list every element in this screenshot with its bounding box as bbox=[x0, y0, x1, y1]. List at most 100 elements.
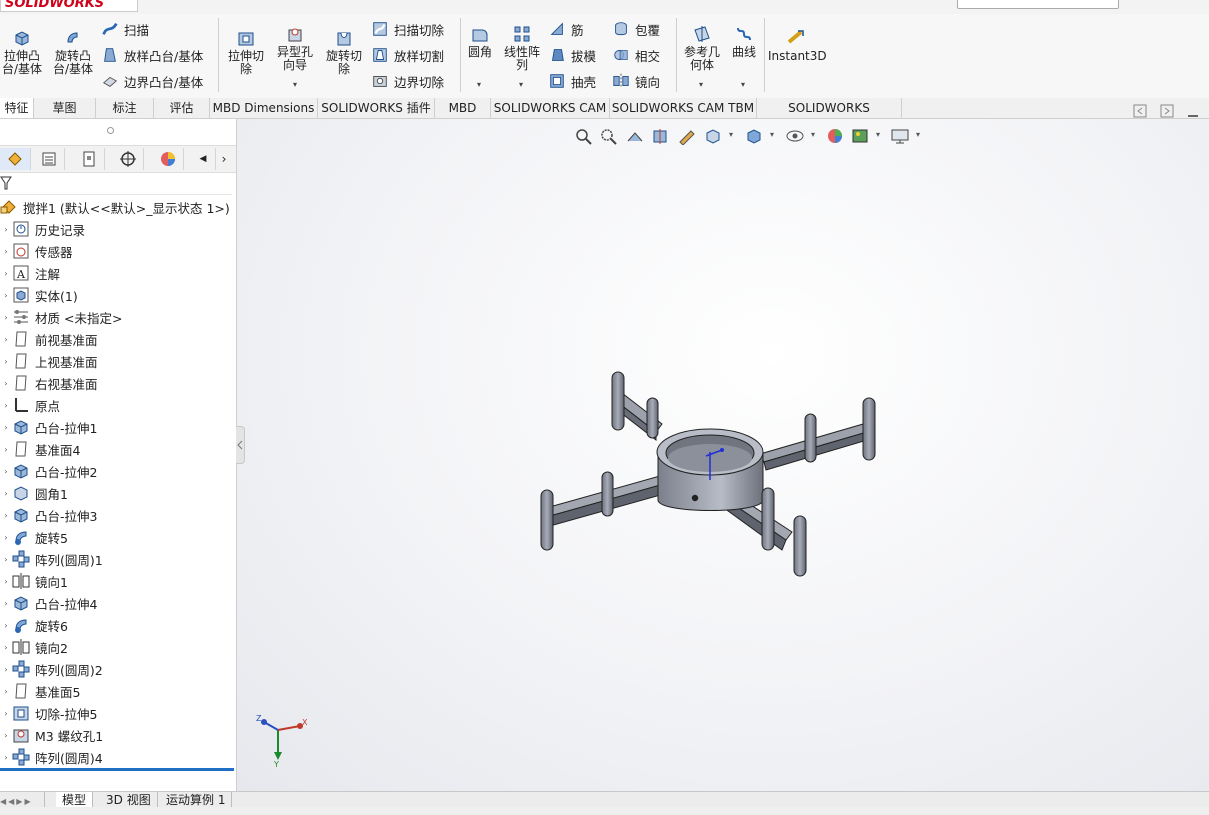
panel-collapse-handle[interactable] bbox=[236, 426, 245, 464]
rollback-bar[interactable] bbox=[0, 768, 234, 771]
tab-solidworks-addins[interactable]: SOLIDWORKS 插件 bbox=[318, 98, 435, 118]
fillet-button[interactable]: 圆角 bbox=[464, 24, 496, 59]
tab-model[interactable]: 模型 bbox=[56, 792, 94, 808]
extrude-cut-button[interactable]: 拉伸切 除 bbox=[222, 28, 270, 76]
expand-arrow-icon[interactable]: › bbox=[0, 291, 12, 300]
expand-arrow-icon[interactable]: › bbox=[0, 467, 12, 476]
view-orientation-icon[interactable] bbox=[703, 127, 723, 145]
mirror-button[interactable]: 镜向 bbox=[612, 70, 660, 92]
previous-view-icon[interactable] bbox=[625, 127, 645, 145]
tree-item[interactable]: › 材质 <未指定> bbox=[0, 306, 232, 328]
expand-arrow-icon[interactable]: › bbox=[0, 577, 12, 586]
tab-mbd[interactable]: MBD bbox=[435, 98, 491, 118]
expand-arrow-icon[interactable]: › bbox=[0, 511, 12, 520]
expand-arrow-icon[interactable]: › bbox=[0, 643, 12, 652]
tab-mbd-dimensions[interactable]: MBD Dimensions bbox=[210, 98, 318, 118]
display-style-icon[interactable] bbox=[744, 127, 764, 145]
tree-item[interactable]: › 传感器 bbox=[0, 240, 232, 262]
tree-item[interactable]: › 原点 bbox=[0, 394, 232, 416]
curves-dropdown[interactable]: ▾ bbox=[741, 80, 745, 89]
expand-arrow-icon[interactable]: › bbox=[0, 313, 12, 322]
edit-appearance-icon[interactable] bbox=[825, 127, 845, 145]
zoom-to-fit-icon[interactable] bbox=[574, 127, 594, 145]
hole-wizard-dropdown[interactable]: ▾ bbox=[293, 80, 297, 89]
tree-item[interactable]: › 凸台-拉伸2 bbox=[0, 460, 232, 482]
view-orientation-dropdown[interactable]: ▾ bbox=[729, 130, 733, 139]
loft-boss-button[interactable]: 放样凸台/基体 bbox=[101, 44, 203, 66]
fillet-dropdown[interactable]: ▾ bbox=[477, 80, 481, 89]
expand-arrow-icon[interactable]: › bbox=[0, 269, 12, 278]
tree-item[interactable]: › 基准面4 bbox=[0, 438, 232, 460]
tree-item[interactable]: › 镜向1 bbox=[0, 570, 232, 592]
tree-item[interactable]: › 凸台-拉伸1 bbox=[0, 416, 232, 438]
expand-arrow-icon[interactable]: › bbox=[0, 555, 12, 564]
tree-item[interactable]: › 实体(1) bbox=[0, 284, 232, 306]
revolve-boss-button[interactable]: 旋转凸 台/基体 bbox=[48, 28, 98, 76]
intersect-button[interactable]: 相交 bbox=[612, 44, 660, 66]
tree-item[interactable]: › A 注解 bbox=[0, 262, 232, 284]
tab-sketch[interactable]: 草图 bbox=[34, 98, 96, 118]
tab-solidworks-cam[interactable]: SOLIDWORKS CAM bbox=[491, 98, 610, 118]
tile-right-icon[interactable] bbox=[1160, 104, 1174, 118]
sweep-button[interactable]: 扫描 bbox=[101, 18, 149, 40]
loft-cut-button[interactable]: 放样切割 bbox=[371, 44, 444, 66]
draft-button[interactable]: 拔模 bbox=[548, 44, 596, 66]
boundary-cut-button[interactable]: 边界切除 bbox=[371, 70, 444, 92]
view-settings-icon[interactable] bbox=[890, 127, 910, 145]
configuration-manager-tab[interactable] bbox=[74, 148, 105, 170]
curves-button[interactable]: 曲线 bbox=[727, 24, 761, 59]
tree-item[interactable]: › 凸台-拉伸3 bbox=[0, 504, 232, 526]
shell-button[interactable]: 抽壳 bbox=[548, 70, 596, 92]
tree-item[interactable]: › 旋转5 bbox=[0, 526, 232, 548]
tab-3d-views[interactable]: 3D 视图 bbox=[100, 792, 158, 808]
display-style-dropdown[interactable]: ▾ bbox=[770, 130, 774, 139]
search-input[interactable] bbox=[957, 0, 1119, 9]
zoom-to-area-icon[interactable] bbox=[599, 127, 619, 145]
extrude-boss-button[interactable]: 拉伸凸 台/基体 bbox=[0, 28, 44, 76]
expand-arrow-icon[interactable]: › bbox=[0, 225, 12, 234]
expand-arrow-icon[interactable]: › bbox=[0, 445, 12, 454]
tab-markup[interactable]: 标注 bbox=[96, 98, 154, 118]
expand-arrow-icon[interactable]: › bbox=[0, 753, 12, 762]
expand-arrow-icon[interactable]: › bbox=[0, 379, 12, 388]
expand-arrow-icon[interactable]: › bbox=[0, 665, 12, 674]
expand-arrow-icon[interactable]: › bbox=[0, 621, 12, 630]
tree-item[interactable]: › 右视基准面 bbox=[0, 372, 232, 394]
expand-arrow-icon[interactable]: › bbox=[0, 401, 12, 410]
expand-arrow-icon[interactable]: › bbox=[0, 489, 12, 498]
expand-arrow-icon[interactable]: › bbox=[0, 357, 12, 366]
tree-item[interactable]: › 镜向2 bbox=[0, 636, 232, 658]
feature-manager-tab[interactable] bbox=[0, 148, 31, 170]
hole-wizard-button[interactable]: 异型孔 向导 bbox=[272, 24, 318, 72]
expand-arrow-icon[interactable]: › bbox=[0, 599, 12, 608]
tab-evaluate[interactable]: 评估 bbox=[154, 98, 210, 118]
expand-arrow-icon[interactable]: › bbox=[0, 731, 12, 740]
tree-item[interactable]: › 圆角1 bbox=[0, 482, 232, 504]
minimize-icon[interactable] bbox=[1186, 104, 1200, 118]
expand-arrow-icon[interactable]: › bbox=[0, 687, 12, 696]
sweep-cut-button[interactable]: 扫描切除 bbox=[371, 18, 444, 40]
tab-scroll-buttons[interactable]: ◀◀▶▶ bbox=[0, 792, 45, 808]
wrap-button[interactable]: 包覆 bbox=[612, 18, 660, 40]
dimxpert-tab[interactable] bbox=[113, 148, 144, 170]
expand-arrow-icon[interactable]: › bbox=[0, 709, 12, 718]
tree-item[interactable]: › 历史记录 bbox=[0, 218, 232, 240]
expand-arrow-icon[interactable]: › bbox=[0, 247, 12, 256]
stirrer-model[interactable] bbox=[530, 362, 890, 584]
tree-item[interactable]: › 旋转6 bbox=[0, 614, 232, 636]
tree-item[interactable]: › 前视基准面 bbox=[0, 328, 232, 350]
tab-features[interactable]: 特征 bbox=[0, 98, 34, 118]
reference-geometry-button[interactable]: 参考几 何体 bbox=[680, 24, 724, 72]
rib-button[interactable]: 筋 bbox=[548, 18, 584, 40]
reference-geometry-dropdown[interactable]: ▾ bbox=[699, 80, 703, 89]
scroll-tabs-left[interactable]: ◀ bbox=[191, 148, 216, 170]
property-manager-tab[interactable] bbox=[34, 148, 65, 170]
tree-item[interactable]: › 阵列(圆周)4 bbox=[0, 746, 232, 768]
tree-item[interactable]: › 上视基准面 bbox=[0, 350, 232, 372]
dynamic-annotation-icon[interactable] bbox=[677, 127, 697, 146]
view-settings-dropdown[interactable]: ▾ bbox=[916, 130, 920, 139]
expand-arrow-icon[interactable]: › bbox=[0, 423, 12, 432]
tree-root[interactable]: 搅拌1 (默认<<默认>_显示状态 1>) bbox=[0, 196, 232, 218]
hide-show-dropdown[interactable]: ▾ bbox=[811, 130, 815, 139]
apply-scene-dropdown[interactable]: ▾ bbox=[876, 130, 880, 139]
